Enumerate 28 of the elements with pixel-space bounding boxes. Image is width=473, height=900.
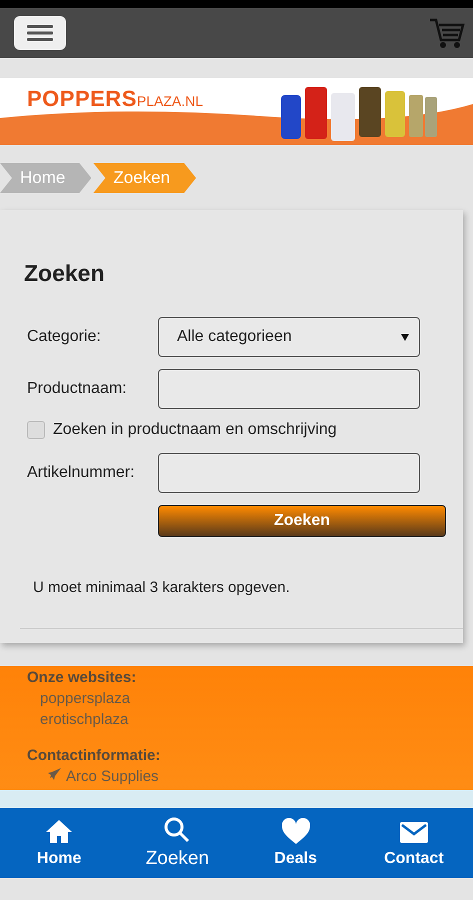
home-icon xyxy=(45,818,74,846)
input-field[interactable] xyxy=(158,369,420,409)
checkbox[interactable] xyxy=(27,421,45,439)
menu-icon xyxy=(27,24,53,42)
footer-link[interactable]: poppersplaza xyxy=(40,688,473,709)
heart-icon xyxy=(282,818,310,846)
footer-link[interactable]: erotischplaza xyxy=(40,709,473,730)
nav-tab[interactable]: Home xyxy=(0,808,118,878)
field-label: Categorie: xyxy=(27,328,102,346)
footer-heading: Contactinformatie: xyxy=(27,746,162,766)
rocket-icon xyxy=(47,768,61,782)
nav-tab[interactable]: Contact xyxy=(354,808,473,878)
page-title: Zoeken xyxy=(24,260,106,287)
logo[interactable]: POPPERSPLAZA.NL xyxy=(27,86,204,112)
field-label: Productnaam: xyxy=(27,380,128,398)
field-label: Artikelnummer: xyxy=(27,464,136,482)
menu-button[interactable] xyxy=(14,16,66,50)
caret-icon xyxy=(401,334,409,340)
footer-heading: Onze websites: xyxy=(27,668,138,688)
footer-link[interactable]: Arco Supplies xyxy=(47,766,473,787)
nav-tab[interactable]: Zoeken xyxy=(118,808,236,878)
search-icon xyxy=(163,816,192,844)
validation-message: U moet minimaal 3 karakters opgeven. xyxy=(33,579,291,596)
nav-tab[interactable]: Deals xyxy=(236,808,355,878)
category-dropdown[interactable]: Alle categorieen xyxy=(158,317,420,357)
search-button[interactable]: Zoeken xyxy=(158,505,446,537)
checkbox-label: Zoeken in productnaam en omschrijving xyxy=(53,421,337,439)
input-field[interactable] xyxy=(158,453,420,493)
